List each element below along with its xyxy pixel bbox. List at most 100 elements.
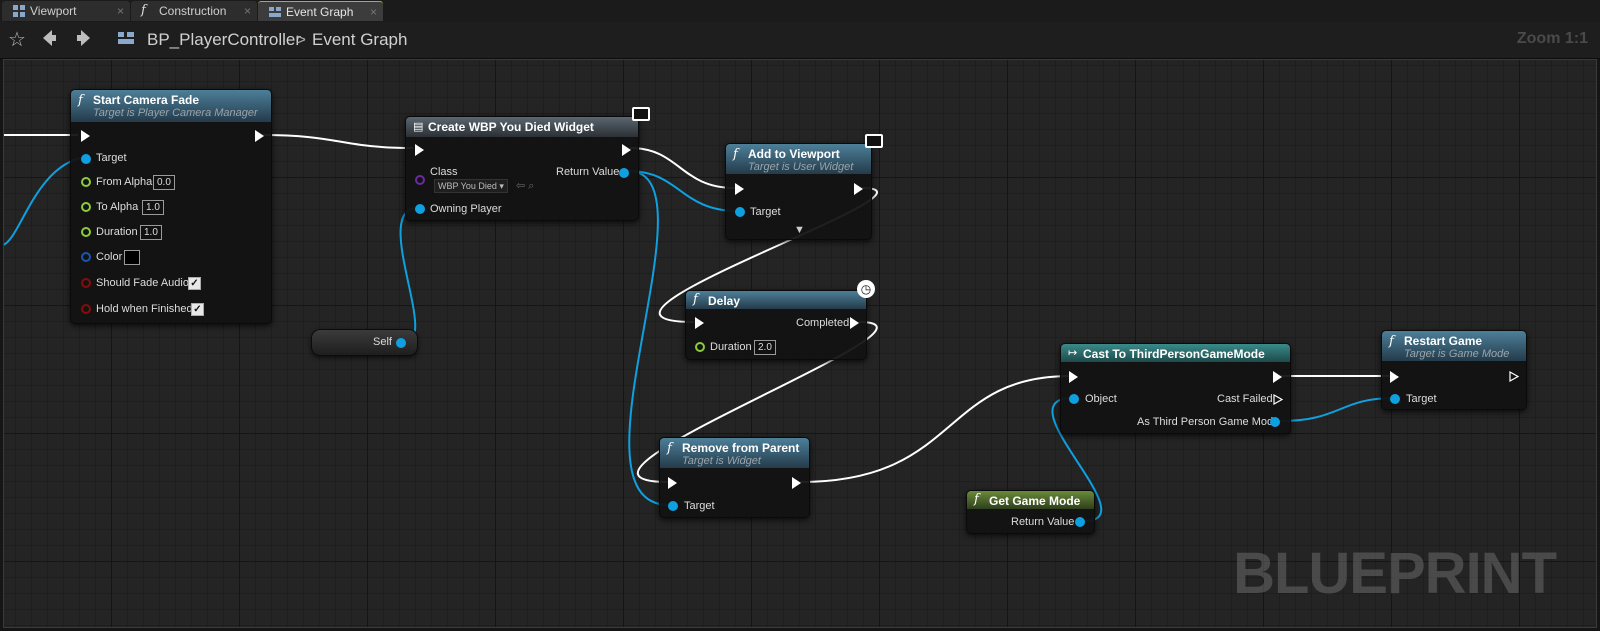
node-cast-to-thirdpersongamemode[interactable]: ↦ Cast To ThirdPersonGameMode Object Cas… <box>1060 343 1291 434</box>
client-only-monitor-icon <box>632 107 650 121</box>
exec-in-pin[interactable] <box>735 183 744 195</box>
color-pin[interactable] <box>81 252 91 262</box>
function-icon: f <box>1389 334 1394 349</box>
should-fade-audio-pin[interactable] <box>81 278 91 288</box>
close-icon[interactable]: × <box>117 1 124 21</box>
function-icon: f <box>693 292 698 307</box>
node-header[interactable]: f Add to Viewport Target is User Widget <box>726 144 871 174</box>
tab-construction-script[interactable]: f Construction Scrip × <box>131 1 257 38</box>
class-pin[interactable] <box>415 175 425 185</box>
self-label: Self <box>373 336 392 348</box>
self-out-pin[interactable] <box>396 338 406 348</box>
target-pin[interactable] <box>668 501 678 511</box>
hold-when-finished-checkbox[interactable]: ✓ <box>191 303 204 316</box>
pin-label: As Third Person Game Mode <box>1137 416 1280 428</box>
breadcrumb-graph[interactable]: Event Graph <box>312 30 407 50</box>
node-self[interactable]: Self <box>311 329 418 356</box>
function-icon: f <box>141 3 146 18</box>
node-title: Create WBP You Died Widget <box>428 120 594 134</box>
node-get-game-mode[interactable]: f Get Game Mode Return Value <box>966 490 1095 534</box>
exec-in-pin[interactable] <box>81 130 90 142</box>
delay-duration-field[interactable]: 2.0 <box>754 340 776 355</box>
node-title: Cast To ThirdPersonGameMode <box>1083 347 1265 361</box>
pin-label: Duration <box>710 341 752 353</box>
clock-icon: ◷ <box>857 280 875 298</box>
node-start-camera-fade[interactable]: f Start Camera Fade Target is Player Cam… <box>70 89 272 324</box>
to-alpha-field[interactable]: 1.0 <box>142 200 164 215</box>
class-dropdown[interactable]: WBP You Died ▾ <box>434 179 508 193</box>
favorite-star-icon[interactable]: ☆ <box>8 28 26 52</box>
hold-when-finished-pin[interactable] <box>81 304 91 314</box>
node-header[interactable]: f Get Game Mode <box>967 491 1094 509</box>
pin-label: Return Value <box>1011 516 1075 528</box>
target-pin[interactable] <box>1390 394 1400 404</box>
expand-arrow-icon[interactable]: ▼ <box>794 224 805 236</box>
should-fade-audio-checkbox[interactable]: ✓ <box>188 277 201 290</box>
return-value-pin[interactable] <box>619 168 629 178</box>
event-graph-icon <box>269 7 281 17</box>
pin-label: Color <box>96 251 123 263</box>
node-header[interactable]: ▤ Create WBP You Died Widget <box>406 117 638 137</box>
node-add-to-viewport[interactable]: f Add to Viewport Target is User Widget … <box>725 143 872 240</box>
exec-in-pin[interactable] <box>695 317 704 329</box>
close-icon[interactable]: × <box>370 2 377 22</box>
exec-out-pin[interactable] <box>1273 371 1282 383</box>
exec-in-pin[interactable] <box>1390 371 1399 383</box>
as-game-mode-pin[interactable] <box>1270 417 1280 427</box>
pin-label: Target <box>750 206 781 218</box>
duration-field[interactable]: 1.0 <box>140 225 162 240</box>
from-alpha-field[interactable]: 0.0 <box>153 175 175 190</box>
node-header[interactable]: f Start Camera Fade Target is Player Cam… <box>71 90 271 122</box>
cast-failed-exec-pin[interactable] <box>1273 394 1283 405</box>
node-create-widget[interactable]: ▤ Create WBP You Died Widget Class WBP Y… <box>405 116 639 221</box>
node-subtitle: Target is User Widget <box>748 161 854 173</box>
tab-viewport[interactable]: Viewport × <box>2 1 130 21</box>
from-alpha-pin[interactable] <box>81 177 91 187</box>
duration-pin[interactable] <box>695 342 705 352</box>
node-restart-game[interactable]: f Restart Game Target is Game Mode Targe… <box>1381 330 1527 410</box>
exec-out-pin[interactable] <box>622 144 631 156</box>
to-alpha-pin[interactable] <box>81 202 91 212</box>
blueprint-graph-icon <box>116 28 136 54</box>
color-swatch[interactable] <box>124 250 140 265</box>
exec-in-pin[interactable] <box>668 477 677 489</box>
completed-exec-pin[interactable] <box>850 317 859 329</box>
owning-player-pin[interactable] <box>415 204 425 214</box>
node-header[interactable]: f Delay <box>686 291 866 309</box>
pin-label: Target <box>684 500 715 512</box>
node-header[interactable]: f Restart Game Target is Game Mode <box>1382 331 1526 361</box>
target-pin[interactable] <box>81 154 91 164</box>
close-icon[interactable]: × <box>244 1 251 21</box>
node-delay[interactable]: f Delay Completed Duration 2.0 <box>685 290 867 360</box>
object-pin[interactable] <box>1069 394 1079 404</box>
exec-out-pin[interactable] <box>792 477 801 489</box>
breadcrumb-blueprint[interactable]: BP_PlayerController <box>147 30 301 50</box>
pin-label: Cast Failed <box>1217 393 1273 405</box>
zoom-level: Zoom 1:1 <box>1516 30 1588 47</box>
viewport-icon <box>13 5 25 17</box>
browse-icon[interactable]: ⇦ ⌕ <box>516 179 534 193</box>
node-remove-from-parent[interactable]: f Remove from Parent Target is Widget Ta… <box>659 437 810 518</box>
widget-icon: ▤ <box>413 120 424 133</box>
node-header[interactable]: f Remove from Parent Target is Widget <box>660 438 809 468</box>
exec-in-pin[interactable] <box>415 144 424 156</box>
tab-label: Viewport <box>30 4 77 18</box>
exec-out-pin[interactable] <box>854 183 863 195</box>
pin-label: Completed <box>796 317 850 329</box>
pin-label: Object <box>1085 393 1117 405</box>
node-header[interactable]: ↦ Cast To ThirdPersonGameMode <box>1061 344 1290 362</box>
exec-out-pin[interactable] <box>1509 371 1519 382</box>
forward-arrow-icon[interactable] <box>75 28 93 54</box>
exec-out-pin[interactable] <box>255 130 264 142</box>
exec-in-pin[interactable] <box>1069 371 1078 383</box>
breadcrumb-separator: > <box>296 30 306 49</box>
pin-label: Class <box>430 166 458 178</box>
pin-label: To Alpha <box>96 201 139 213</box>
target-pin[interactable] <box>735 207 745 217</box>
node-subtitle: Target is Widget <box>682 455 761 467</box>
return-value-pin[interactable] <box>1075 517 1085 527</box>
duration-pin[interactable] <box>81 227 91 237</box>
back-arrow-icon[interactable] <box>40 28 58 54</box>
pin-label: Target <box>1406 393 1437 405</box>
tab-event-graph[interactable]: Event Graph × <box>258 1 383 21</box>
